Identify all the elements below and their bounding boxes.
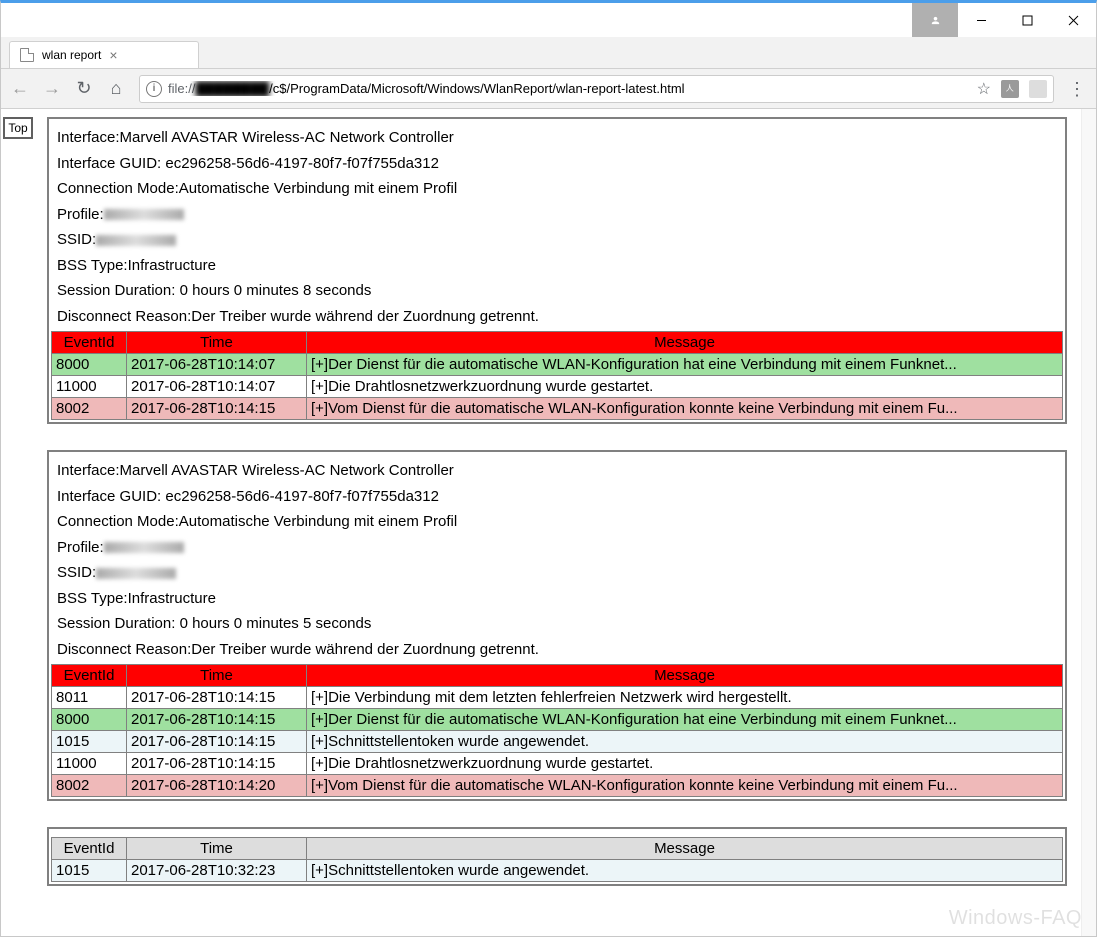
table-row[interactable]: 8000 2017-06-28T10:14:15 [+]Der Dienst f…	[52, 709, 1063, 731]
col-time: Time	[127, 665, 307, 687]
cell-msg: [+]Schnittstellentoken wurde angewendet.	[307, 731, 1063, 753]
window-titlebar	[1, 3, 1096, 37]
cell-msg: [+]Die Drahtlosnetzwerkzuordnung wurde g…	[307, 376, 1063, 398]
window-maximize-button[interactable]	[1004, 3, 1050, 37]
events-table: EventId Time Message 1015 2017-06-28T10:…	[51, 837, 1063, 882]
url-text: file://████████/c$/ProgramData/Microsoft…	[168, 81, 685, 96]
site-info-icon[interactable]: i	[146, 81, 162, 97]
nav-home-button[interactable]: ⌂	[107, 78, 125, 99]
window-minimize-button[interactable]	[958, 3, 1004, 37]
watermark-text: Windows-FAQ	[949, 907, 1082, 930]
cell-eventid: 8000	[52, 354, 127, 376]
browser-window: wlan report × ← → ↻ ⌂ i file://████████/…	[0, 0, 1097, 937]
table-row[interactable]: 1015 2017-06-28T10:32:23 [+]Schnittstell…	[52, 860, 1063, 882]
tab-strip: wlan report ×	[1, 37, 1096, 69]
table-row[interactable]: 1015 2017-06-28T10:14:15 [+]Schnittstell…	[52, 731, 1063, 753]
session-panel: Interface:Marvell AVASTAR Wireless-AC Ne…	[47, 117, 1067, 424]
cell-time: 2017-06-28T10:14:15	[127, 709, 307, 731]
cell-msg: [+]Vom Dienst für die automatische WLAN-…	[307, 775, 1063, 797]
top-anchor-button[interactable]: Top	[3, 117, 33, 139]
cell-eventid: 8002	[52, 775, 127, 797]
cell-msg: [+]Schnittstellentoken wurde angewendet.	[307, 860, 1063, 882]
vertical-scrollbar[interactable]	[1081, 109, 1096, 936]
col-msg: Message	[307, 332, 1063, 354]
tab-title: wlan report	[42, 48, 101, 62]
cell-msg: [+]Die Verbindung mit dem letzten fehler…	[307, 687, 1063, 709]
cell-time: 2017-06-28T10:14:07	[127, 354, 307, 376]
url-bar[interactable]: i file://████████/c$/ProgramData/Microso…	[139, 75, 1054, 103]
table-row[interactable]: 11000 2017-06-28T10:14:07 [+]Die Drahtlo…	[52, 376, 1063, 398]
col-event: EventId	[52, 332, 127, 354]
cell-time: 2017-06-28T10:32:23	[127, 860, 307, 882]
cell-msg: [+]Vom Dienst für die automatische WLAN-…	[307, 398, 1063, 420]
cell-eventid: 8011	[52, 687, 127, 709]
cell-msg: [+]Die Drahtlosnetzwerkzuordnung wurde g…	[307, 753, 1063, 775]
cell-eventid: 11000	[52, 753, 127, 775]
page-content: Top Interface:Marvell AVASTAR Wireless-A…	[1, 109, 1081, 936]
col-time: Time	[127, 332, 307, 354]
cell-msg: [+]Der Dienst für die automatische WLAN-…	[307, 354, 1063, 376]
table-row[interactable]: 8011 2017-06-28T10:14:15 [+]Die Verbindu…	[52, 687, 1063, 709]
cell-time: 2017-06-28T10:14:07	[127, 376, 307, 398]
browser-tab[interactable]: wlan report ×	[9, 41, 199, 68]
cell-time: 2017-06-28T10:14:15	[127, 753, 307, 775]
nav-reload-button[interactable]: ↻	[75, 78, 93, 99]
document-icon	[20, 48, 34, 62]
bookmark-star-icon[interactable]: ☆	[977, 79, 991, 99]
session-panel: Interface:Marvell AVASTAR Wireless-AC Ne…	[47, 450, 1067, 801]
events-table: EventId Time Message 8011 2017-06-28T10:…	[51, 664, 1063, 797]
extension-icon[interactable]	[1029, 80, 1047, 98]
events-panel-standalone: EventId Time Message 1015 2017-06-28T10:…	[47, 827, 1067, 886]
col-msg: Message	[307, 838, 1063, 860]
cell-time: 2017-06-28T10:14:15	[127, 687, 307, 709]
cell-time: 2017-06-28T10:14:15	[127, 398, 307, 420]
user-badge-icon[interactable]	[912, 3, 958, 37]
page-viewport: Top Interface:Marvell AVASTAR Wireless-A…	[1, 109, 1096, 936]
table-row[interactable]: 11000 2017-06-28T10:14:15 [+]Die Drahtlo…	[52, 753, 1063, 775]
events-table: EventId Time Message 8000 2017-06-28T10:…	[51, 331, 1063, 420]
cell-eventid: 11000	[52, 376, 127, 398]
cell-time: 2017-06-28T10:14:20	[127, 775, 307, 797]
cell-eventid: 1015	[52, 731, 127, 753]
window-close-button[interactable]	[1050, 3, 1096, 37]
cell-msg: [+]Der Dienst für die automatische WLAN-…	[307, 709, 1063, 731]
nav-forward-button[interactable]: →	[43, 78, 61, 99]
cell-eventid: 8000	[52, 709, 127, 731]
cell-time: 2017-06-28T10:14:15	[127, 731, 307, 753]
col-msg: Message	[307, 665, 1063, 687]
table-row[interactable]: 8002 2017-06-28T10:14:15 [+]Vom Dienst f…	[52, 398, 1063, 420]
col-time: Time	[127, 838, 307, 860]
col-event: EventId	[52, 838, 127, 860]
cell-eventid: 8002	[52, 398, 127, 420]
pdf-extension-icon[interactable]: 人	[1001, 80, 1019, 98]
browser-toolbar: ← → ↻ ⌂ i file://████████/c$/ProgramData…	[1, 69, 1096, 109]
table-row[interactable]: 8000 2017-06-28T10:14:07 [+]Der Dienst f…	[52, 354, 1063, 376]
col-event: EventId	[52, 665, 127, 687]
cell-eventid: 1015	[52, 860, 127, 882]
nav-back-button[interactable]: ←	[11, 78, 29, 99]
table-row[interactable]: 8002 2017-06-28T10:14:20 [+]Vom Dienst f…	[52, 775, 1063, 797]
tab-close-icon[interactable]: ×	[109, 48, 117, 62]
